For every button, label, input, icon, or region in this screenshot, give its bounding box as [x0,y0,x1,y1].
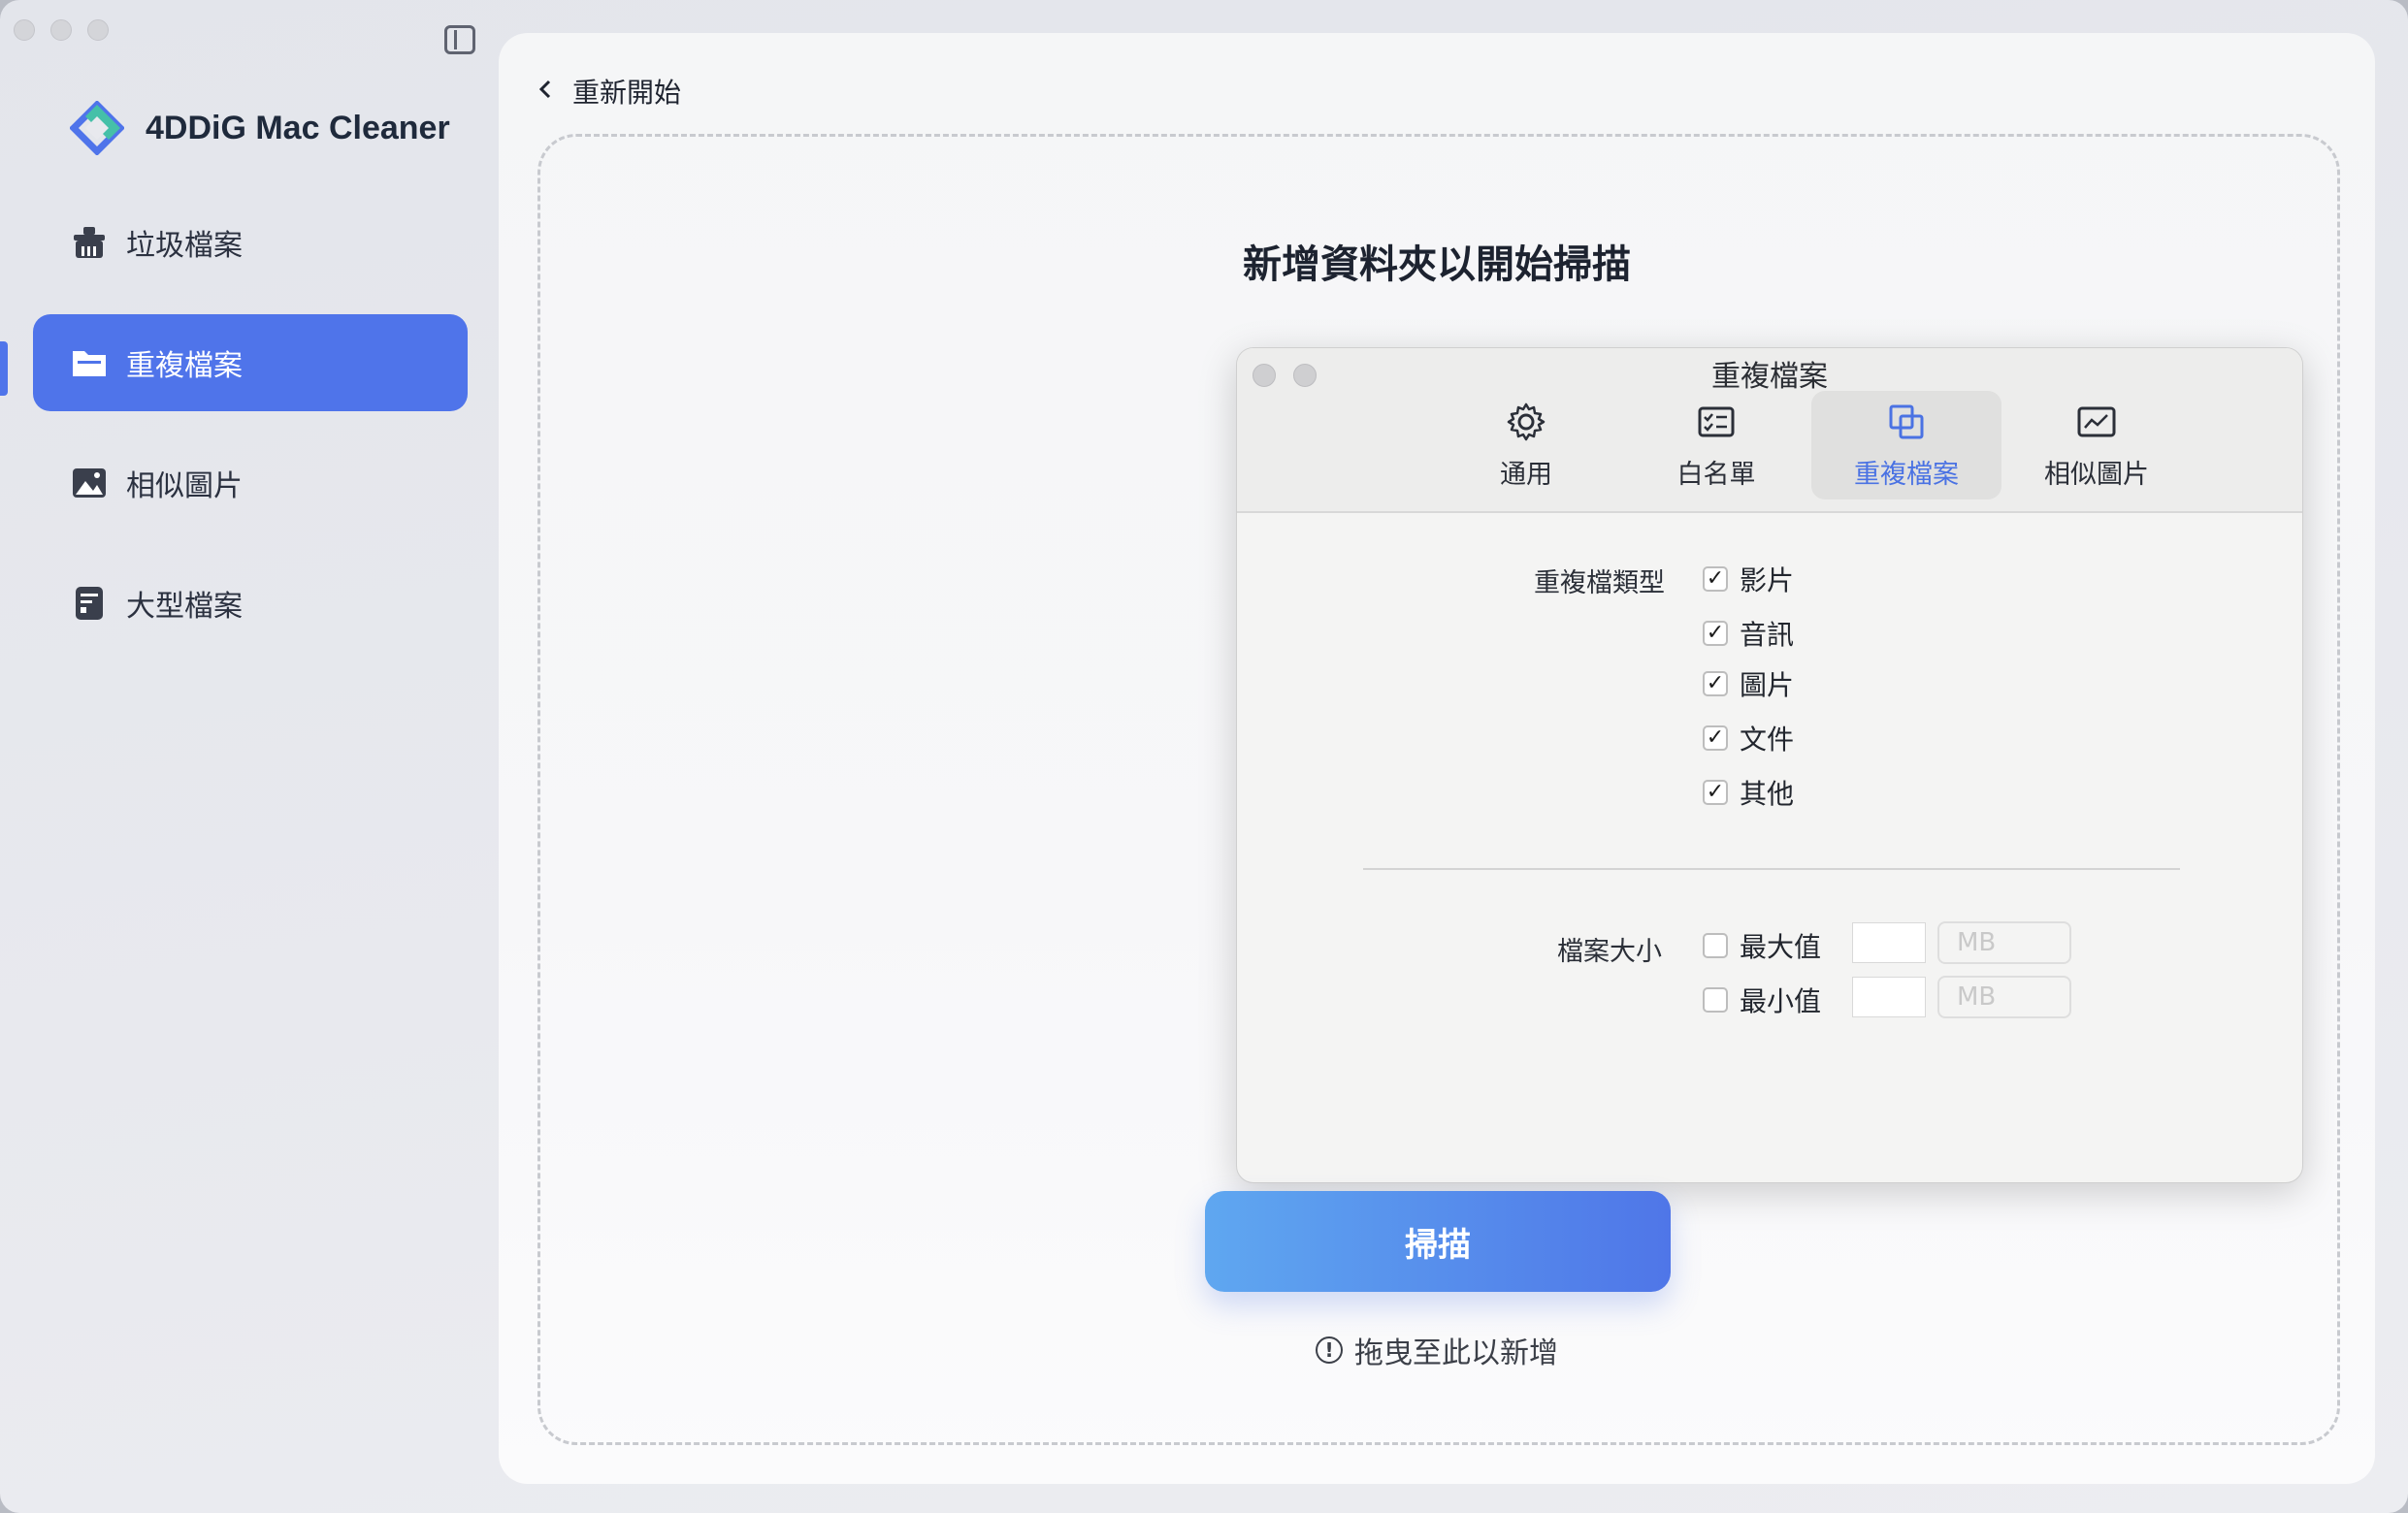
zoom-window-button[interactable] [87,19,109,41]
tab-whitelist[interactable]: 白名單 [1621,391,1811,499]
tab-general[interactable]: 通用 [1431,391,1621,499]
tab-label: 重複檔案 [1854,459,1959,490]
checkbox-label: 最小值 [1740,985,1822,1017]
sidebar-item-label: 大型檔案 [126,590,243,624]
info-icon: ! [1316,1336,1343,1364]
type-audio-checkbox[interactable]: ✓ 音訊 [1703,614,1794,653]
drop-zone-title: 新增資料夾以開始掃描 [1243,242,1631,287]
min-size-checkbox[interactable]: 最小值 [1703,981,1821,1019]
dialog-toolbar: 重複檔案 通用 白名單 重複檔案 相似圖片 [1237,348,2302,513]
checkbox[interactable]: ✓ [1703,566,1728,592]
checkbox-label: 最大值 [1740,931,1822,963]
sidebar-item-label: 相似圖片 [126,469,243,503]
settings-tabs: 通用 白名單 重複檔案 相似圖片 [1431,391,2192,499]
gear-icon [1505,401,1547,443]
checkbox-label: 音訊 [1740,619,1795,651]
checkbox-label: 圖片 [1740,669,1795,701]
app-window: 4DDiG Mac Cleaner 垃圾檔案 重複檔案 相似圖片 大型檔案 重新… [0,0,2408,1513]
picture-icon [2075,401,2118,443]
drag-hint: ! 拖曳至此以新增 [499,1329,2375,1371]
checkbox[interactable]: ✓ [1703,780,1728,805]
minimize-window-button[interactable] [50,19,72,41]
sidebar-item-label: 重複檔案 [126,349,243,383]
dialog-body: 重複檔類型 ✓ 影片 ✓ 音訊 ✓ 圖片 ✓ 文件 ✓ 其他 檔案大小 最大值 … [1237,513,2302,1182]
sidebar: 垃圾檔案 重複檔案 相似圖片 大型檔案 [33,194,468,675]
window-controls [14,19,109,41]
type-video-checkbox[interactable]: ✓ 影片 [1703,560,1794,598]
checkbox-label: 其他 [1740,778,1795,810]
chevron-left-icon [537,76,555,108]
tab-similar-images[interactable]: 相似圖片 [2001,391,2192,499]
type-other-checkbox[interactable]: ✓ 其他 [1703,773,1794,812]
max-size-checkbox[interactable]: 最大值 [1703,926,1821,965]
sidebar-item-similar-images[interactable]: 相似圖片 [33,435,468,531]
dialog-title: 重複檔案 [1711,360,1828,394]
tab-label: 相似圖片 [2044,459,2149,490]
duplicate-settings-dialog: 重複檔案 通用 白名單 重複檔案 相似圖片 重複檔類型 ✓ 影片 ✓ 音訊 ✓ … [1236,347,2303,1183]
file-size-label: 檔案大小 [1557,937,1662,967]
close-window-button[interactable] [14,19,35,41]
restart-label: 重新開始 [572,77,682,109]
checklist-icon [1695,401,1738,443]
main-panel: 重新開始 新增資料夾以開始掃描 重複檔案 通用 白名單 重複檔案 相似圖片 重複… [499,33,2375,1484]
checkbox[interactable] [1703,933,1728,958]
sidebar-toggle-icon[interactable] [444,25,475,54]
scan-button[interactable]: 掃描 [1205,1191,1671,1292]
checkbox[interactable] [1703,987,1728,1013]
app-name: 4DDiG Mac Cleaner [146,109,450,146]
type-image-checkbox[interactable]: ✓ 圖片 [1703,664,1794,703]
checkbox-label: 文件 [1740,724,1795,756]
duplicate-types-label: 重複檔類型 [1534,568,1665,598]
large-file-icon [70,584,109,623]
folder-icon [70,343,109,382]
trash-broom-icon [70,223,109,262]
tab-duplicate-files[interactable]: 重複檔案 [1811,391,2001,499]
sidebar-item-junk-files[interactable]: 垃圾檔案 [33,194,468,291]
sidebar-item-label: 垃圾檔案 [126,229,243,263]
min-size-input[interactable] [1852,977,1926,1017]
brand: 4DDiG Mac Cleaner [69,100,450,156]
max-size-input[interactable] [1852,922,1926,963]
tab-label: 通用 [1500,459,1552,490]
duplicate-icon [1885,401,1928,443]
active-indicator [0,341,8,396]
sidebar-item-duplicate-files[interactable]: 重複檔案 [33,314,468,411]
checkbox-label: 影片 [1740,564,1795,596]
drag-hint-text: 拖曳至此以新增 [1354,1336,1558,1370]
tab-label: 白名單 [1676,459,1756,490]
app-logo-icon [69,100,125,156]
image-icon [70,464,109,502]
checkbox[interactable]: ✓ [1703,621,1728,646]
max-size-unit: MB [1937,921,2071,964]
type-document-checkbox[interactable]: ✓ 文件 [1703,719,1794,757]
checkbox[interactable]: ✓ [1703,725,1728,751]
checkbox[interactable]: ✓ [1703,671,1728,696]
section-divider [1363,868,2180,870]
sidebar-item-large-files[interactable]: 大型檔案 [33,555,468,652]
min-size-unit: MB [1937,976,2071,1018]
restart-button[interactable]: 重新開始 [537,72,681,111]
